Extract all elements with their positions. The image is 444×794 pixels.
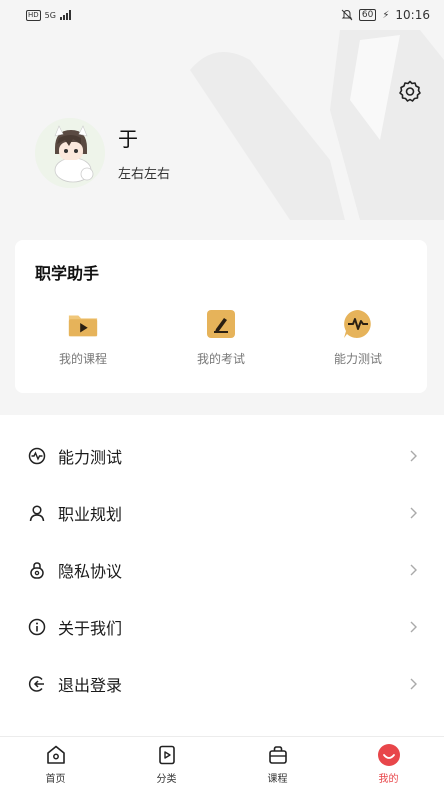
hd-badge: HD: [26, 9, 41, 21]
menu-item-privacy[interactable]: 隐私协议: [0, 541, 444, 598]
assistant-title: 职学助手: [35, 264, 100, 283]
user-name: 于: [118, 127, 138, 151]
info-icon: [28, 618, 46, 636]
avatar[interactable]: [35, 118, 105, 188]
user-subtitle: 左右左右: [118, 167, 171, 182]
menu-item-label: 关于我们: [58, 618, 123, 638]
clock: 10:16: [395, 8, 430, 22]
charging-icon: ⚡: [382, 9, 390, 21]
chevron-right-icon: [410, 678, 417, 689]
home-icon: [44, 743, 68, 767]
play-folder-icon: [67, 308, 99, 340]
tool-label: 能力测试: [333, 352, 382, 366]
tool-label: 我的考试: [196, 352, 245, 366]
signal-icon: [59, 10, 71, 20]
pencil-note-icon: [205, 308, 237, 340]
menu-item-label: 隐私协议: [58, 561, 123, 581]
tool-ability-test[interactable]: 能力测试: [303, 308, 413, 370]
pulse-icon: [28, 447, 46, 465]
chevron-right-icon: [410, 507, 417, 518]
person-icon: [28, 504, 46, 522]
tool-label: 我的课程: [58, 352, 107, 366]
network-indicator: HD 5G: [26, 9, 71, 21]
tab-home[interactable]: 首页: [0, 737, 111, 794]
tool-my-exams[interactable]: 我的考试: [166, 308, 276, 370]
mute-icon: [341, 9, 353, 21]
category-icon: [155, 743, 179, 767]
tool-my-courses[interactable]: 我的课程: [28, 308, 138, 370]
avatar-illustration: [35, 118, 105, 188]
tab-label: 分类: [156, 774, 177, 785]
tab-label: 首页: [45, 774, 66, 785]
chevron-right-icon: [410, 450, 417, 461]
tab-courses[interactable]: 课程: [222, 737, 333, 794]
status-bar: HD 5G 60 ⚡ 10:16: [0, 0, 444, 30]
chevron-right-icon: [410, 564, 417, 575]
tab-category[interactable]: 分类: [111, 737, 222, 794]
chevron-right-icon: [410, 621, 417, 632]
profile-icon: [377, 743, 401, 767]
settings-menu: 能力测试 职业规划 隐私协议 关于我们 退出登录: [0, 427, 444, 712]
pulse-chat-icon: [342, 308, 374, 340]
tab-mine[interactable]: 我的: [333, 737, 444, 794]
settings-button[interactable]: [394, 75, 426, 107]
menu-item-label: 能力测试: [58, 447, 123, 467]
tab-label: 我的: [378, 774, 399, 785]
logout-icon: [28, 675, 46, 693]
menu-item-career-plan[interactable]: 职业规划: [0, 484, 444, 541]
menu-item-about[interactable]: 关于我们: [0, 598, 444, 655]
lock-icon: [28, 561, 46, 579]
network-type: 5G: [44, 10, 56, 20]
bottom-tab-bar: 首页 分类 课程 我的: [0, 736, 444, 794]
assistant-card: 职学助手 我的课程 我的考试 能力测试: [15, 240, 427, 393]
menu-item-label: 退出登录: [58, 675, 123, 695]
gear-icon: [399, 80, 421, 102]
tab-label: 课程: [267, 774, 288, 785]
battery-level: 60: [358, 9, 377, 21]
bag-icon: [266, 743, 290, 767]
menu-item-ability-test[interactable]: 能力测试: [0, 427, 444, 484]
menu-item-logout[interactable]: 退出登录: [0, 655, 444, 712]
menu-item-label: 职业规划: [58, 504, 123, 524]
